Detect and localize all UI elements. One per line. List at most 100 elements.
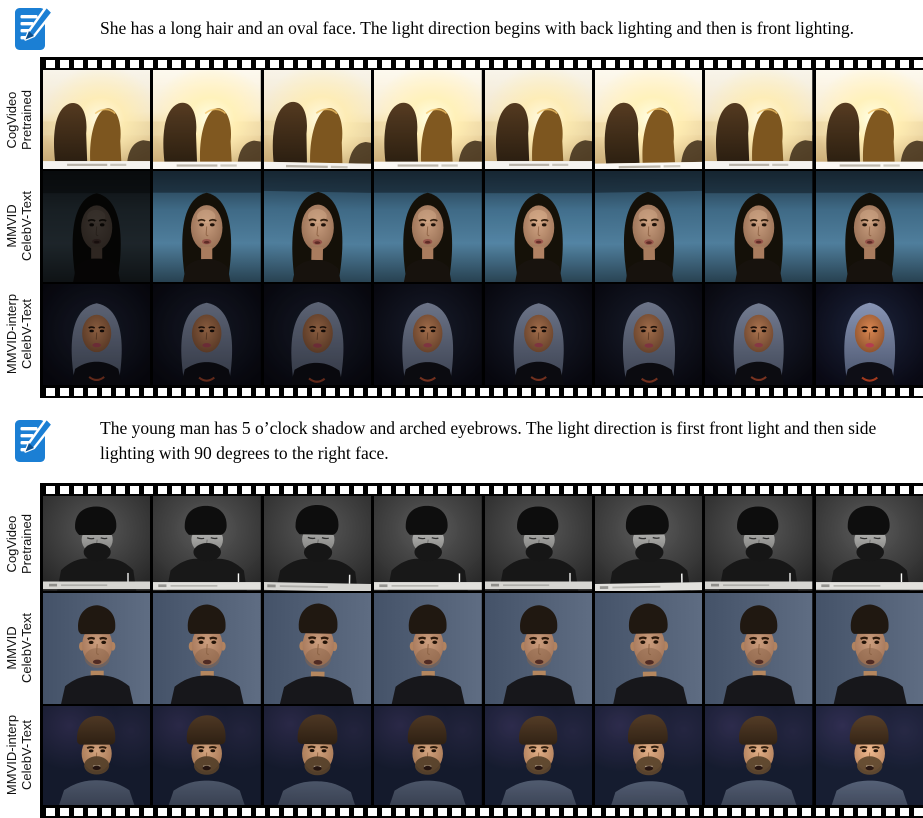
film-row-man-navy: MMVID-interp CelebV-Text (0, 704, 923, 805)
frame-art (705, 284, 812, 385)
frame-art (264, 70, 371, 169)
figure-page: She has a long hair and an oval face. Th… (0, 0, 923, 818)
sprocket-row (40, 805, 923, 818)
video-frame (484, 70, 592, 169)
frame-art (43, 593, 150, 704)
frame-art (816, 70, 923, 169)
row-label-line: CelebV-Text (19, 298, 34, 369)
video-frame (43, 70, 151, 169)
video-frame (815, 706, 923, 805)
film-row-woman-dark: MMVID-interp CelebV-Text (0, 282, 923, 385)
frame-art (374, 706, 481, 805)
row-label: CogVideo Pretrained (0, 496, 40, 591)
video-frame (374, 496, 482, 591)
row-label-line: CogVideo (4, 515, 20, 572)
frame-art (43, 171, 150, 282)
row-label-line: MMVID-interp (4, 714, 20, 795)
frame-art (153, 496, 260, 591)
video-frame (815, 171, 923, 282)
frame-art (153, 284, 260, 385)
video-frame (43, 171, 151, 282)
row-label-line: MMVID-interp (4, 293, 20, 374)
filmstrip-2: CogVideo Pretrained MMVID CelebV-Text MMVID-… (0, 483, 923, 818)
frame-art (705, 593, 812, 704)
video-frame (484, 171, 592, 282)
row-label: MMVID-interp CelebV-Text (0, 282, 40, 385)
video-frame (594, 706, 703, 805)
frame-art (374, 284, 481, 385)
video-frame (43, 593, 151, 704)
frame-strip (40, 70, 923, 169)
video-frame (705, 593, 813, 704)
video-frame (484, 593, 592, 704)
row-label-line: CelebV-Text (19, 719, 34, 790)
video-frame (374, 171, 482, 282)
frame-art (264, 171, 371, 282)
video-frame (153, 171, 261, 282)
video-frame (153, 284, 261, 385)
video-frame (594, 284, 703, 385)
video-frame (153, 593, 261, 704)
row-label: MMVID CelebV-Text (0, 591, 40, 704)
video-frame (705, 171, 813, 282)
video-frame (263, 706, 372, 805)
edit-note-icon (14, 4, 54, 53)
frame-art (485, 706, 592, 805)
prompt-text-2: The young man has 5 o’clock shadow and a… (100, 417, 877, 463)
frame-art (153, 70, 260, 169)
frame-art (705, 496, 812, 591)
film-row-backlit-couple: CogVideo Pretrained (0, 70, 923, 169)
prompt-block-2: The young man has 5 o’clock shadow and a… (0, 398, 923, 483)
video-frame (594, 593, 703, 704)
row-label-line: MMVID (4, 203, 20, 248)
video-frame (43, 706, 151, 805)
row-label-line: CogVideo (4, 91, 20, 148)
frame-art (485, 593, 592, 704)
frame-art (595, 284, 702, 385)
frame-art (705, 171, 812, 282)
frame-art (595, 171, 702, 282)
video-frame (263, 70, 372, 169)
video-frame (594, 70, 703, 169)
frame-art (43, 284, 150, 385)
frame-art (816, 593, 923, 704)
row-label-line: Pretrained (19, 513, 34, 574)
video-frame (705, 284, 813, 385)
frame-strip (40, 704, 923, 805)
frame-art (43, 70, 150, 169)
frame-strip (40, 496, 923, 591)
video-frame (263, 284, 372, 385)
video-frame (815, 593, 923, 704)
frame-art (816, 171, 923, 282)
prompt-text-1: She has a long hair and an oval face. Th… (100, 18, 854, 39)
frame-art (595, 496, 702, 591)
frame-art (485, 284, 592, 385)
prompt-block-1: She has a long hair and an oval face. Th… (0, 0, 923, 57)
frame-art (374, 70, 481, 169)
video-frame (815, 70, 923, 169)
frame-art (264, 496, 371, 591)
frame-art (43, 496, 150, 591)
frame-art (816, 496, 923, 591)
frame-strip (40, 591, 923, 704)
frame-art (485, 496, 592, 591)
frame-art (264, 593, 371, 704)
frame-art (595, 70, 702, 169)
frame-art (485, 70, 592, 169)
video-frame (153, 70, 261, 169)
frame-art (705, 706, 812, 805)
video-frame (153, 706, 261, 805)
video-frame (705, 70, 813, 169)
video-frame (43, 284, 151, 385)
frame-art (153, 171, 260, 282)
sprocket-row (40, 57, 923, 70)
frame-art (264, 706, 371, 805)
row-label-line: CelebV-Text (19, 612, 34, 683)
frame-art (705, 70, 812, 169)
frame-art (153, 593, 260, 704)
row-label-line: CelebV-Text (19, 190, 34, 261)
row-label-line: MMVID (4, 625, 20, 670)
row-label: MMVID CelebV-Text (0, 169, 40, 282)
row-label-line: Pretrained (19, 89, 34, 150)
video-frame (815, 284, 923, 385)
